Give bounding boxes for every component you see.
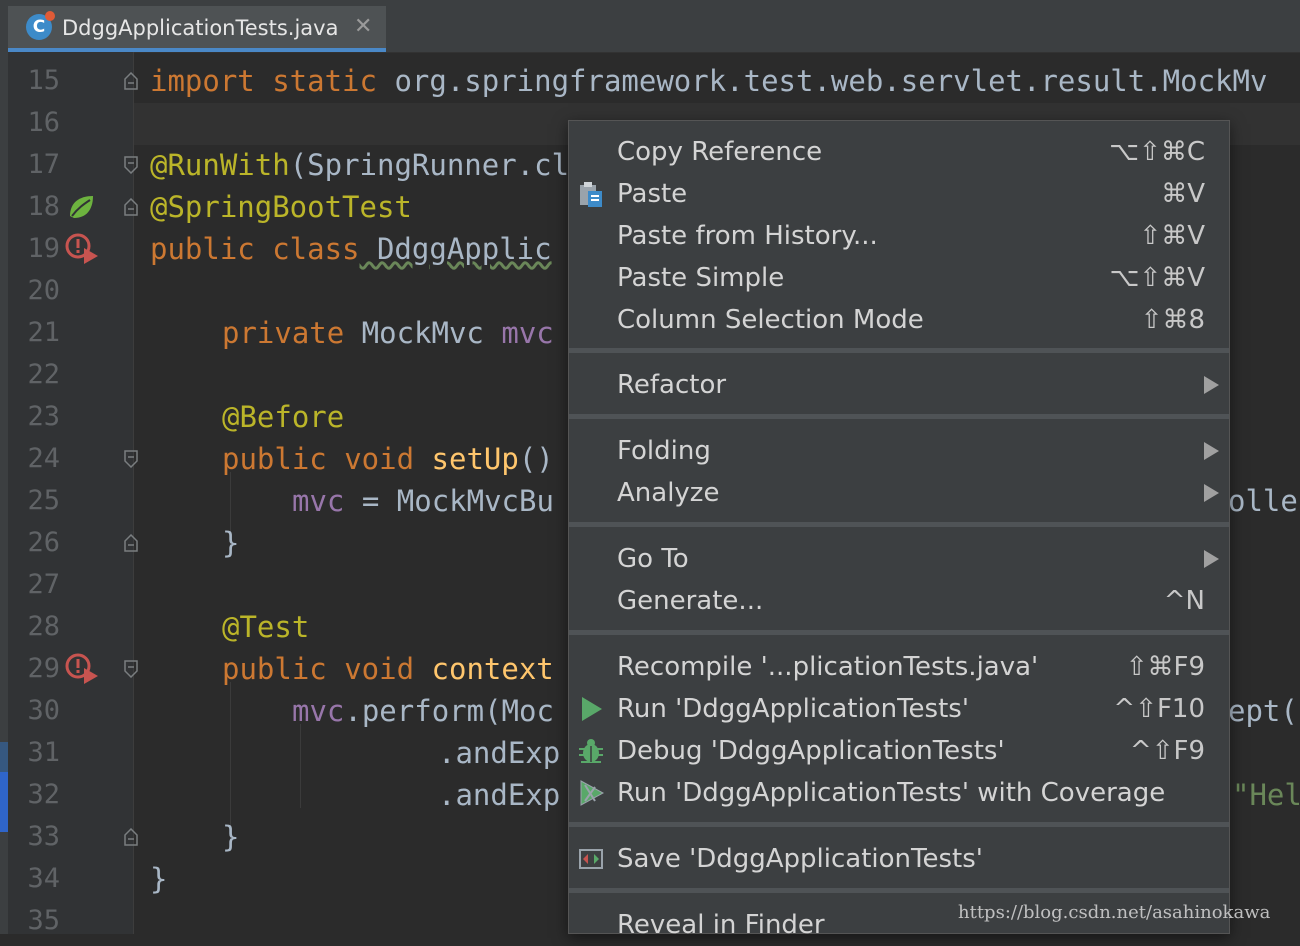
code-line-23: @Before: [222, 400, 345, 434]
line-number: 33: [27, 821, 60, 852]
menu-separator: [569, 888, 1229, 893]
submenu-arrow-icon: [1204, 442, 1219, 460]
submenu-arrow-icon: [1204, 550, 1219, 568]
run-test-error-icon[interactable]: [64, 232, 102, 268]
code-line-28: @Test: [222, 610, 310, 644]
clipboard-icon: [580, 182, 602, 207]
code-line-32: .andExp: [438, 778, 561, 812]
menu-separator: [569, 348, 1229, 353]
code-line-33: }: [222, 820, 240, 854]
line-number: 31: [27, 737, 60, 768]
submenu-arrow-icon: [1204, 376, 1219, 394]
menu-item-run[interactable]: Run 'DdggApplicationTests' ^⇧F10: [569, 688, 1229, 730]
line-number: 24: [27, 443, 60, 474]
code-line-21: private MockMvc mvc: [222, 316, 554, 350]
tab-title: DdggApplicationTests.java: [62, 16, 339, 40]
close-icon[interactable]: ✕: [354, 14, 372, 39]
code-line-30: mvc.perform(Moc: [292, 694, 554, 728]
debug-bug-icon: [579, 739, 603, 763]
menu-item-generate[interactable]: Generate... ^N: [569, 580, 1229, 622]
menu-item-refactor[interactable]: Refactor: [569, 364, 1229, 406]
line-number: 32: [27, 779, 60, 810]
menu-item-copy-reference[interactable]: Copy Reference ⌥⇧⌘C: [569, 131, 1229, 173]
code-line-29: public void context: [222, 652, 554, 686]
code-line-32-tail: "Hel: [1232, 778, 1300, 812]
line-number: 18: [27, 191, 60, 222]
tab-ddgg-application-tests[interactable]: C DdggApplicationTests.java ✕: [8, 6, 386, 52]
menu-item-debug[interactable]: Debug 'DdggApplicationTests' ^⇧F9: [569, 730, 1229, 772]
line-number: 20: [27, 275, 60, 306]
code-line-17: @RunWith(SpringRunner.cl: [150, 148, 570, 182]
menu-item-save[interactable]: Save 'DdggApplicationTests': [569, 838, 1229, 880]
menu-item-paste[interactable]: Paste ⌘V: [569, 173, 1229, 215]
line-number: 34: [27, 863, 60, 894]
menu-item-go-to[interactable]: Go To: [569, 538, 1229, 580]
code-line-18: @SpringBootTest: [150, 190, 412, 224]
spring-bean-icon[interactable]: [66, 192, 96, 222]
line-number: 17: [27, 149, 60, 180]
coverage-icon: [580, 780, 605, 806]
menu-separator: [569, 822, 1229, 827]
save-icon: [579, 849, 603, 869]
code-line-15: import static org.springframework.test.w…: [150, 64, 1268, 98]
line-number: 23: [27, 401, 60, 432]
code-line-24: public void setUp(): [222, 442, 554, 476]
run-icon: [582, 697, 602, 721]
code-line-25-tail: olle: [1228, 484, 1298, 518]
submenu-arrow-icon: [1204, 484, 1219, 502]
code-line-25: mvc = MockMvcBu: [292, 484, 554, 518]
menu-item-folding[interactable]: Folding: [569, 430, 1229, 472]
line-number: 19: [27, 233, 60, 264]
menu-item-run-with-coverage[interactable]: Run 'DdggApplicationTests' with Coverage: [569, 772, 1229, 814]
code-line-30-tail: ept(: [1228, 694, 1298, 728]
run-test-error-icon[interactable]: [64, 652, 102, 688]
menu-separator: [569, 522, 1229, 527]
menu-separator: [569, 630, 1229, 635]
menu-item-recompile[interactable]: Recompile '...plicationTests.java' ⇧⌘F9: [569, 646, 1229, 688]
line-number: 30: [27, 695, 60, 726]
line-number-gutter: 15 16 17 18 19 20 21 22 23 24 25 26 27 2…: [8, 52, 138, 936]
line-number: 21: [27, 317, 60, 348]
code-line-31: .andExp: [438, 736, 561, 770]
line-number: 27: [27, 569, 60, 600]
code-line-34: }: [150, 862, 168, 896]
line-number: 22: [27, 359, 60, 390]
editor-context-menu: Copy Reference ⌥⇧⌘C Paste ⌘V Paste from …: [568, 120, 1230, 940]
class-icon: C: [26, 11, 55, 40]
left-tool-strip: [0, 52, 8, 934]
menu-item-paste-simple[interactable]: Paste Simple ⌥⇧⌘V: [569, 257, 1229, 299]
menu-separator: [569, 414, 1229, 419]
menu-item-paste-from-history[interactable]: Paste from History... ⇧⌘V: [569, 215, 1229, 257]
editor-tab-bar: C DdggApplicationTests.java ✕: [0, 0, 1300, 53]
line-number: 26: [27, 527, 60, 558]
line-number: 25: [27, 485, 60, 516]
code-line-26: }: [222, 526, 240, 560]
menu-item-analyze[interactable]: Analyze: [569, 472, 1229, 514]
line-number: 35: [27, 905, 60, 936]
menu-item-column-selection-mode[interactable]: Column Selection Mode ⇧⌘8: [569, 299, 1229, 341]
line-number: 28: [27, 611, 60, 642]
watermark-text: https://blog.csdn.net/asahinokawa: [958, 902, 1271, 923]
line-number: 16: [27, 107, 60, 138]
line-number: 15: [27, 65, 60, 96]
code-line-19: public class DdggApplic: [150, 232, 552, 266]
line-number: 29: [27, 653, 60, 684]
